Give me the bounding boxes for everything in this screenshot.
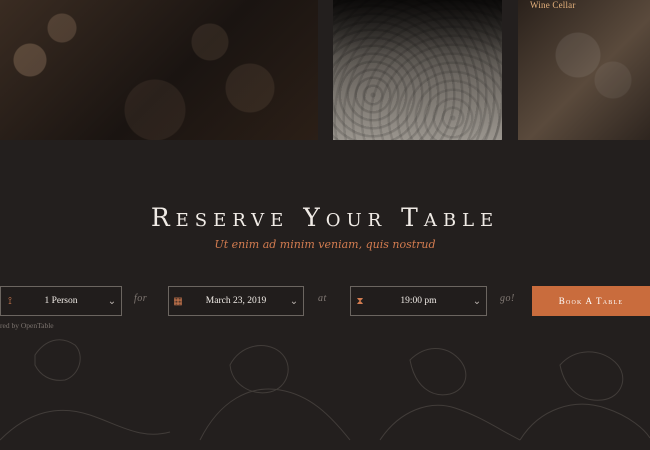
calendar-icon: ▦ [173, 295, 183, 307]
date-value: March 23, 2019 [205, 296, 267, 306]
party-size-select[interactable]: ⟟ 1 Person ⌄ [0, 286, 122, 316]
person-icon: ⟟ [8, 295, 12, 307]
party-size-value: 1 Person [44, 296, 78, 306]
wine-glass-photo: Wine Cellar [518, 0, 650, 140]
patio-cobblestone-photo [333, 0, 502, 140]
reservation-page: Wine Cellar Reserve Your Table Ut enim a… [0, 0, 650, 450]
photo-strip: Wine Cellar [0, 0, 650, 140]
time-value: 19:00 pm [400, 296, 437, 306]
restaurant-crowd-photo [0, 0, 318, 140]
page-title: Reserve Your Table [150, 203, 500, 232]
connector-at: at [318, 293, 327, 304]
clock-icon: ⧗ [356, 295, 364, 307]
engraving-decoration [0, 339, 650, 441]
chevron-down-icon: ⌄ [107, 295, 117, 307]
chevron-down-icon: ⌄ [289, 295, 299, 307]
photo-caption: Wine Cellar [530, 0, 576, 10]
page-subtitle: Ut enim ad minim veniam, quis nostrud [214, 238, 436, 251]
connector-for: for [134, 293, 148, 304]
connector-go: go! [500, 293, 515, 304]
chevron-down-icon: ⌄ [472, 295, 482, 307]
book-a-table-button[interactable]: Book A Table [532, 286, 650, 316]
time-select[interactable]: ⧗ 19:00 pm ⌄ [350, 286, 487, 316]
date-select[interactable]: ▦ March 23, 2019 ⌄ [168, 286, 304, 316]
